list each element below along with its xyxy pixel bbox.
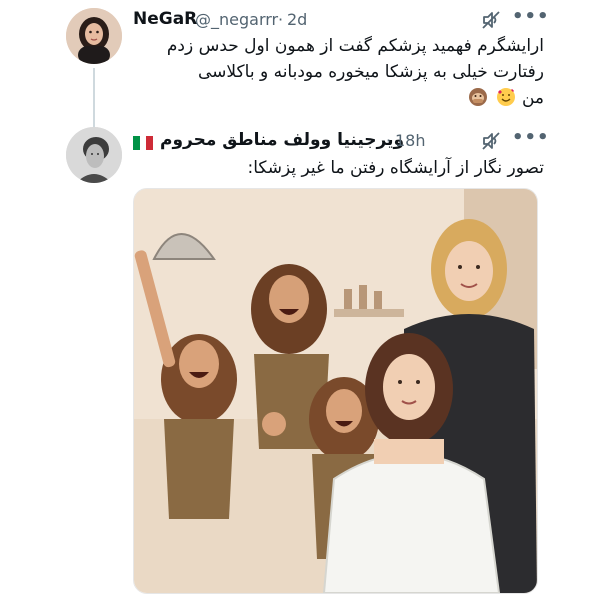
meta-separator: ·: [278, 10, 284, 29]
no-sound-icon[interactable]: [480, 130, 502, 152]
meta-separator: ·: [386, 131, 392, 150]
smiling-face-with-hearts-icon: [496, 88, 515, 106]
author-name[interactable]: NeGaR: [133, 9, 197, 29]
tweet-text: ارایشگرم فهمید پزشکم گفت از همون اول حدس…: [124, 33, 544, 111]
cartoon-salon-image: [134, 189, 537, 593]
author-name[interactable]: ويرجينيا وولف مناطق محروم: [160, 130, 404, 150]
tweet-timestamp[interactable]: 2d: [287, 10, 307, 29]
tweet-text: تصور نگار از آرایشگاه رفتن ما غیر پزشکا:: [247, 158, 544, 178]
tweet-text-line-with-emoji: من: [124, 85, 544, 111]
avatar-negar-image: [66, 8, 122, 64]
author-handle[interactable]: @_negarrr: [195, 10, 278, 29]
tweet-text-line: ارایشگرم فهمید پزشکم گفت از همون اول حدس…: [166, 36, 544, 56]
monkey-covering-mouth-icon: [469, 88, 488, 106]
avatar-negar[interactable]: [66, 8, 122, 64]
more-options-button[interactable]: •••: [512, 6, 550, 27]
more-options-button[interactable]: •••: [512, 127, 550, 148]
thread-connector-line: [93, 68, 95, 128]
tweet-media-image[interactable]: [133, 188, 538, 594]
no-sound-icon[interactable]: [480, 9, 502, 31]
tweet-timestamp[interactable]: 18h: [395, 131, 426, 150]
italy-flag-icon: [133, 136, 153, 150]
tweet-text-line: رفتارت خیلی به پزشکا میخوره مودبانه و با…: [198, 62, 544, 82]
avatar-virginia[interactable]: [66, 127, 122, 183]
avatar-virginia-image: [66, 127, 122, 183]
tweet-text-fragment: من: [521, 88, 544, 108]
